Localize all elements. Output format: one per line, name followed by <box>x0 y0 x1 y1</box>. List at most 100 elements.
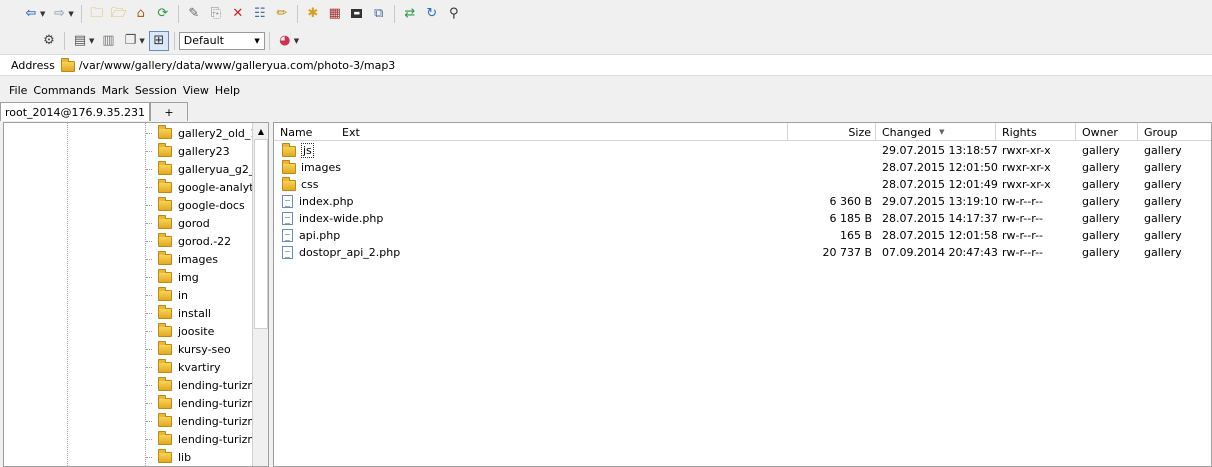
tree-scrollbar[interactable]: ▲ <box>252 123 268 466</box>
file-changed: 29.07.2015 13:18:57 <box>882 144 998 157</box>
file-group-cell: gallery <box>1144 159 1182 176</box>
folder-icon <box>158 214 172 229</box>
menu-view[interactable]: View <box>183 84 209 97</box>
tree-item[interactable]: images <box>146 250 218 268</box>
file-owner: gallery <box>1082 161 1120 174</box>
file-group: gallery <box>1144 212 1182 225</box>
home-directory-button[interactable]: ⌂ <box>131 4 151 24</box>
parent-directory-button[interactable]: 🗀 <box>87 4 107 24</box>
file-owner: gallery <box>1082 246 1120 259</box>
column-owner-header[interactable]: Owner <box>1076 123 1138 141</box>
view-mode-dropdown-icon[interactable]: ▼ <box>89 37 94 45</box>
menu-help[interactable]: Help <box>215 84 240 97</box>
file-row[interactable]: index-wide.php 6 185 B 28.07.2015 14:17:37… <box>274 210 1211 227</box>
refresh-button[interactable]: ⟳ <box>153 4 173 24</box>
forward-dropdown-icon[interactable]: ▼ <box>68 10 73 18</box>
root-directory-button[interactable]: 🗁 <box>109 4 129 24</box>
find-files-button[interactable]: ▦ <box>325 4 345 24</box>
arrow-right-icon: ⇨ <box>53 6 65 21</box>
menu-session[interactable]: Session <box>135 84 177 97</box>
back-button[interactable]: ⇦ <box>21 4 41 24</box>
column-size-header[interactable]: Size <box>788 123 876 141</box>
tree-item[interactable]: lib <box>146 448 191 466</box>
tree-item[interactable]: gorod.-22 <box>146 232 231 250</box>
file-row[interactable]: images 28.07.2015 12:01:50 rwxr-xr-x galler… <box>274 159 1211 176</box>
tree-item[interactable]: galleryua_g2_da <box>146 160 268 178</box>
tree-toggle-button[interactable]: ⊞ <box>148 30 169 51</box>
file-row[interactable]: js 29.07.2015 13:18:57 rwxr-xr-x gallery gal… <box>274 142 1211 159</box>
find-in-tree-button[interactable]: ⚲ <box>444 4 464 24</box>
file-list[interactable]: Name Ext Size Changed ▼ Rights Owner Grou… <box>273 122 1212 467</box>
home-icon: ⌂ <box>136 6 145 21</box>
queue-button[interactable]: ▥ <box>98 31 118 51</box>
delete-button[interactable]: ✕ <box>228 4 248 24</box>
folder-icon <box>158 376 172 391</box>
file-changed: 28.07.2015 12:01:58 <box>882 229 998 242</box>
compare-button[interactable]: ↻ <box>422 4 442 24</box>
file-row[interactable]: dostopr_api_2.php 20 737 B 07.09.2014 20:4… <box>274 244 1211 261</box>
tree-item[interactable]: install <box>146 304 211 322</box>
preferences-button[interactable]: ⚙ <box>39 31 59 51</box>
transfer-settings-button[interactable]: ❐ <box>120 31 140 51</box>
scroll-up-icon[interactable]: ▲ <box>253 123 268 139</box>
copy-button[interactable]: ⎘ <box>206 4 226 24</box>
session-color-button[interactable]: ◕ <box>275 31 295 51</box>
tab-session[interactable]: root_2014@176.9.35.231 <box>0 102 151 121</box>
tree-item[interactable]: google-analytics <box>146 178 268 196</box>
properties-button[interactable]: ☷ <box>250 4 270 24</box>
tree-item[interactable]: in <box>146 286 188 304</box>
rename-button[interactable]: ✏ <box>272 4 292 24</box>
arrow-left-icon: ⇦ <box>25 6 37 21</box>
synchronize-button[interactable]: ⇄ <box>400 4 420 24</box>
file-rights: rw-r--r-- <box>1002 246 1044 259</box>
session-color-dropdown-icon[interactable]: ▼ <box>294 37 299 45</box>
tree-item-label: gallery23 <box>178 144 230 158</box>
column-group-header[interactable]: Group <box>1138 123 1211 141</box>
transfer-style-select[interactable]: Default ▼ <box>178 31 265 50</box>
forward-button[interactable]: ⇨ <box>49 4 69 24</box>
file-group: gallery <box>1144 229 1182 242</box>
file-row[interactable]: css 28.07.2015 12:01:49 rwxr-xr-x gallery ga… <box>274 176 1211 193</box>
menu-file[interactable]: File <box>9 84 27 97</box>
file-changed: 28.07.2015 12:01:50 <box>882 161 998 174</box>
new-folder-button[interactable]: ✱ <box>303 4 323 24</box>
properties-icon: ☷ <box>253 6 266 21</box>
tree-item[interactable]: google-docs <box>146 196 245 214</box>
edit-button[interactable]: ✎ <box>184 4 204 24</box>
sync-browsing-button[interactable]: ⧉ <box>369 4 389 24</box>
tree-item[interactable]: lending-turizm <box>146 376 258 394</box>
address-input[interactable]: /var/www/gallery/data/www/galleryua.com/… <box>79 59 396 72</box>
compare-icon: ↻ <box>426 6 438 21</box>
file-changed-cell: 29.07.2015 13:18:57 <box>882 142 998 159</box>
tree-connector <box>146 241 152 242</box>
tree-item[interactable]: gallery23 <box>146 142 230 160</box>
tree-item[interactable]: gallery2_old_16 <box>146 124 264 142</box>
menu-commands[interactable]: Commands <box>33 84 95 97</box>
back-dropdown-icon[interactable]: ▼ <box>40 10 45 18</box>
toolbar-separator <box>64 31 65 50</box>
file-size-cell: 20 737 B <box>788 244 872 261</box>
transfer-settings-dropdown-icon[interactable]: ▼ <box>139 37 144 45</box>
new-session-tab[interactable]: + <box>150 102 189 121</box>
tree-item[interactable]: kvartiry <box>146 358 221 376</box>
file-changed: 29.07.2015 13:19:10 <box>882 195 998 208</box>
address-label: Address <box>11 58 55 72</box>
tree-item[interactable]: kursy-seo <box>146 340 231 358</box>
scroll-thumb[interactable] <box>254 139 268 329</box>
column-name-header[interactable]: Name Ext <box>274 123 788 141</box>
directory-tree[interactable]: gallery2_old_16 gallery23 galleryua_g2_da g… <box>3 122 269 467</box>
column-rights-header[interactable]: Rights <box>996 123 1076 141</box>
menu-mark[interactable]: Mark <box>102 84 129 97</box>
file-row[interactable]: api.php 165 B 28.07.2015 12:01:58 rw-r--r--… <box>274 227 1211 244</box>
file-rights: rw-r--r-- <box>1002 212 1044 225</box>
file-owner: gallery <box>1082 212 1120 225</box>
terminal-button[interactable]: ▬ <box>347 4 367 24</box>
tree-item[interactable]: joosite <box>146 322 214 340</box>
file-list-header: Name Ext Size Changed ▼ Rights Owner Grou… <box>274 123 1211 141</box>
file-changed-cell: 28.07.2015 12:01:58 <box>882 227 998 244</box>
file-row[interactable]: index.php 6 360 B 29.07.2015 13:19:10 rw-r-… <box>274 193 1211 210</box>
tree-item[interactable]: gorod <box>146 214 210 232</box>
column-changed-header[interactable]: Changed ▼ <box>876 123 996 141</box>
tree-item[interactable]: img <box>146 268 199 286</box>
view-mode-button[interactable]: ▤ <box>70 31 90 51</box>
